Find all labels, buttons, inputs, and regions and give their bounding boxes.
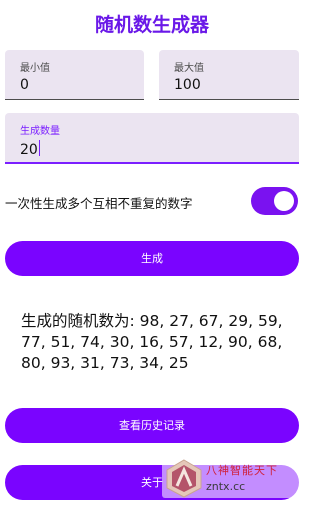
max-value-label: 最大值	[174, 63, 204, 74]
watermark-title: 八神智能天下	[206, 464, 278, 477]
count-label: 生成数量	[20, 126, 60, 137]
max-value-input[interactable]: 100	[174, 77, 201, 93]
toggle-knob	[274, 191, 294, 211]
min-value-field[interactable]: 最小值 0	[5, 50, 144, 100]
app-title: 随机数生成器	[94, 14, 209, 36]
watermark-logo-icon	[166, 459, 202, 498]
count-value: 20	[20, 142, 38, 158]
unique-toggle-switch[interactable]	[251, 187, 298, 215]
watermark-url: zntx.cc	[206, 480, 246, 493]
watermark: 八神智能天下 zntx.cc	[162, 458, 302, 498]
min-value-input[interactable]: 0	[20, 77, 29, 93]
generate-button[interactable]: 生成	[5, 241, 299, 276]
unique-toggle-label: 一次性生成多个互相不重复的数字	[5, 196, 193, 211]
min-value-label: 最小值	[20, 63, 50, 74]
result-text: 生成的随机数为: 98, 27, 67, 29, 59, 77, 51, 74,…	[21, 312, 283, 372]
count-input[interactable]: 20	[20, 140, 41, 158]
view-history-button[interactable]: 查看历史记录	[5, 408, 299, 443]
max-value-field[interactable]: 最大值 100	[159, 50, 299, 100]
count-field[interactable]: 生成数量 20	[5, 113, 299, 164]
text-cursor	[38, 140, 41, 156]
